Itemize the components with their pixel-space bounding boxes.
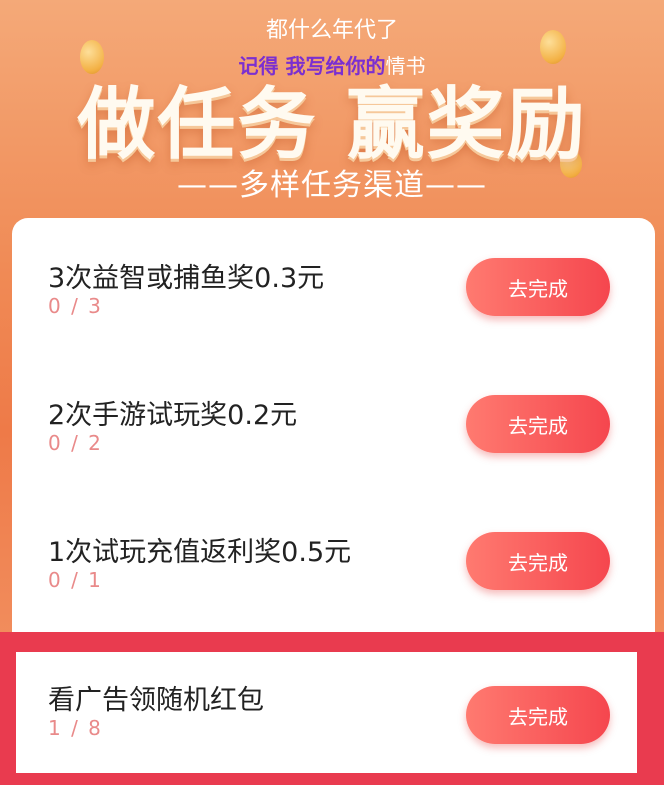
task-progress: 0 / 2 [48,431,103,455]
task-item: 2次手游试玩奖0.2元 0 / 2 去完成 [12,357,655,494]
task-item: 3次益智或捕鱼奖0.3元 0 / 3 去完成 [12,220,655,357]
complete-task-button[interactable]: 去完成 [466,258,610,316]
highlighted-task-frame: 看广告领随机红包 1 / 8 去完成 [0,632,664,785]
task-progress: 0 / 3 [48,294,103,318]
task-item: 1次试玩充值返利奖0.5元 0 / 1 去完成 [12,494,655,631]
complete-task-button[interactable]: 去完成 [466,686,610,744]
task-title: 看广告领随机红包 [48,685,264,716]
complete-task-button[interactable]: 去完成 [466,532,610,590]
task-progress: 0 / 1 [48,568,103,592]
complete-task-button[interactable]: 去完成 [466,395,610,453]
task-progress: 1 / 8 [48,716,103,740]
lyric-line-1: 都什么年代了 [265,18,398,43]
task-item: 看广告领随机红包 1 / 8 去完成 [16,652,637,773]
page-subheadline: ——多样任务渠道—— [177,168,487,203]
task-title: 1次试玩充值返利奖0.5元 [48,537,352,568]
task-banner: 都什么年代了 记得 我写给你的情书 做任务 赢奖励 ——多样任务渠道—— [0,0,664,230]
page-headline: 做任务 赢奖励 [77,80,587,170]
task-title: 3次益智或捕鱼奖0.3元 [48,263,325,294]
task-title: 2次手游试玩奖0.2元 [48,400,298,431]
